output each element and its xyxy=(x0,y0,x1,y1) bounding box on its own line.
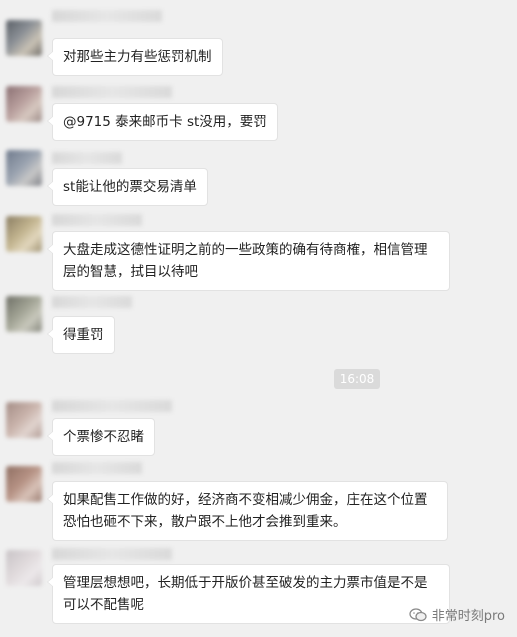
sender-name xyxy=(52,86,172,98)
chat-window: 对那些主力有些惩罚机制 @9715 泰来邮币卡 st没用，要罚 st能让他的票交… xyxy=(0,0,517,637)
message-bubble[interactable]: @9715 泰来邮币卡 st没用，要罚 xyxy=(47,103,278,141)
watermark: 非常时刻pro xyxy=(409,605,505,624)
message-bubble[interactable]: 大盘走成这德性证明之前的一些政策的确有待商榷，相信管理层的智慧，拭目以待吧 xyxy=(47,231,450,291)
avatar[interactable] xyxy=(6,86,42,122)
sender-name xyxy=(52,214,142,226)
sender-name xyxy=(52,152,122,164)
watermark-text: 非常时刻pro xyxy=(431,609,505,624)
message-bubble[interactable]: 得重罚 xyxy=(47,316,115,354)
sender-name xyxy=(52,548,172,560)
avatar[interactable] xyxy=(6,150,42,186)
sender-name xyxy=(52,10,162,22)
message-bubble[interactable]: 管理层想想吧，长期低于开版价甚至破发的主力票市值是不是可以不配售呢 xyxy=(47,564,450,624)
message-bubble[interactable]: st能让他的票交易清单 xyxy=(47,168,208,206)
sender-name xyxy=(52,296,132,308)
avatar[interactable] xyxy=(6,466,42,502)
avatar[interactable] xyxy=(6,216,42,252)
avatar[interactable] xyxy=(6,296,42,332)
wechat-official-account-icon xyxy=(409,607,427,621)
message-bubble[interactable]: 对那些主力有些惩罚机制 xyxy=(47,38,223,76)
avatar[interactable] xyxy=(6,550,42,586)
sender-name xyxy=(52,400,172,412)
message-bubble[interactable]: 个票惨不忍睹 xyxy=(47,418,155,456)
sender-name xyxy=(52,462,142,474)
timestamp: 16:08 xyxy=(334,369,380,389)
avatar[interactable] xyxy=(6,402,42,438)
avatar[interactable] xyxy=(6,20,42,56)
message-bubble[interactable]: 如果配售工作做的好，经济商不变相减少佣金，庄在这个位置恐怕也砸不下来，散户跟不上… xyxy=(47,481,448,541)
